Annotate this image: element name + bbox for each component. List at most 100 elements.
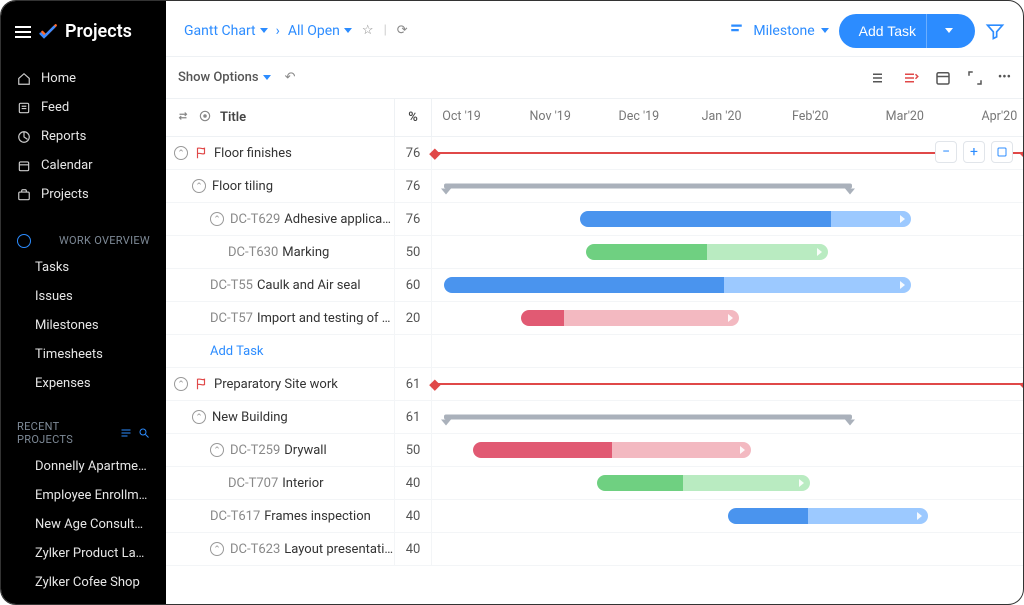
gantt-body: − + Floor finishes76Floor tiling76DC-T62…	[166, 137, 1023, 604]
expand-collapse-all-icon[interactable]	[176, 109, 190, 127]
task-arrow-icon	[917, 512, 922, 520]
timeline-header[interactable]: Oct '19Nov '19Dec '19Jan '20Feb'20Mar'20…	[432, 99, 1023, 136]
breadcrumb-gantt-chart[interactable]: Gantt Chart	[184, 23, 268, 39]
task-cell[interactable]: New Building	[166, 401, 394, 433]
task-cell[interactable]: Preparatory Site work	[166, 368, 394, 400]
collapse-icon[interactable]	[174, 146, 188, 160]
nav-item-projects[interactable]: Projects	[1, 180, 166, 209]
task-cell[interactable]: DC-T623Layout presentation	[166, 533, 394, 565]
task-cell[interactable]: Add Task	[166, 335, 394, 367]
task-bar[interactable]	[473, 442, 751, 458]
group-bar[interactable]	[444, 415, 852, 420]
month-label: Nov '19	[530, 109, 571, 124]
task-cell[interactable]: DC-T259Drywall	[166, 434, 394, 466]
timeline-cell[interactable]	[432, 335, 1023, 367]
chevron-down-icon	[945, 28, 953, 33]
view-option-2-icon[interactable]	[902, 69, 920, 87]
zoom-fit-button[interactable]	[991, 141, 1013, 163]
milestone-bar[interactable]	[432, 383, 1023, 385]
timeline-cell[interactable]	[432, 368, 1023, 400]
collapse-icon[interactable]	[210, 443, 224, 457]
add-task-row[interactable]: Add Task	[166, 335, 1023, 368]
nav-item-feed[interactable]: Feed	[1, 93, 166, 122]
filter-icon[interactable]	[985, 21, 1005, 41]
recent-project-item[interactable]: Employee Enrollment	[1, 481, 166, 510]
nav-item-calendar[interactable]: Calendar	[1, 151, 166, 180]
percent-header[interactable]: %	[394, 99, 432, 136]
collapse-icon[interactable]	[192, 410, 206, 424]
add-task-button[interactable]: Add Task	[839, 14, 975, 48]
work-item-timesheets[interactable]: Timesheets	[1, 340, 166, 369]
gantt-row: DC-T629Adhesive application76	[166, 203, 1023, 236]
percent-cell: 20	[394, 302, 432, 334]
settings-icon[interactable]	[120, 427, 132, 439]
target-icon[interactable]	[198, 109, 212, 127]
timeline-cell[interactable]	[432, 203, 1023, 235]
collapse-icon[interactable]	[174, 377, 188, 391]
work-item-issues[interactable]: Issues	[1, 282, 166, 311]
task-cell[interactable]: Floor finishes	[166, 137, 394, 169]
refresh-icon[interactable]: ⟳	[397, 23, 408, 38]
task-cell[interactable]: DC-T629Adhesive application	[166, 203, 394, 235]
undo-icon[interactable]: ↶	[285, 70, 296, 85]
month-label: Apr'20	[981, 109, 1017, 124]
gantt-row: Floor finishes76	[166, 137, 1023, 170]
nav-item-reports[interactable]: Reports	[1, 122, 166, 151]
work-item-milestones[interactable]: Milestones	[1, 311, 166, 340]
more-icon[interactable]: •••	[998, 69, 1011, 87]
timeline-cell[interactable]	[432, 236, 1023, 268]
task-bar[interactable]	[580, 211, 911, 227]
recent-projects-heading[interactable]: RECENT PROJECTS	[1, 408, 166, 452]
collapse-icon[interactable]	[210, 542, 224, 556]
work-item-tasks[interactable]: Tasks	[1, 253, 166, 282]
task-bar[interactable]	[444, 277, 911, 293]
collapse-icon[interactable]	[192, 179, 206, 193]
work-overview-heading[interactable]: WORK OVERVIEW	[1, 221, 166, 253]
work-item-expenses[interactable]: Expenses	[1, 369, 166, 398]
task-bar[interactable]	[521, 310, 740, 326]
timeline-cell[interactable]	[432, 170, 1023, 202]
view-option-1-icon[interactable]	[870, 69, 888, 87]
star-icon[interactable]: ☆	[362, 23, 374, 38]
task-title: Floor tiling	[212, 179, 273, 194]
timeline-cell[interactable]	[432, 269, 1023, 301]
timeline-cell[interactable]	[432, 401, 1023, 433]
recent-project-item[interactable]: Donnelly Apartments	[1, 452, 166, 481]
task-title-header[interactable]: Title	[166, 99, 394, 136]
timeline-cell[interactable]	[432, 500, 1023, 532]
menu-toggle[interactable]	[15, 26, 31, 38]
task-bar[interactable]	[597, 475, 810, 491]
milestone-dropdown[interactable]: Milestone	[729, 20, 828, 42]
timeline-cell[interactable]	[432, 533, 1023, 565]
timeline-cell[interactable]	[432, 434, 1023, 466]
task-bar[interactable]	[586, 244, 828, 260]
task-cell[interactable]: DC-T57Import and testing of woo..	[166, 302, 394, 334]
search-icon[interactable]	[138, 427, 150, 439]
timeline-cell[interactable]	[432, 302, 1023, 334]
recent-project-item[interactable]: Zylker Cofee Shop	[1, 568, 166, 597]
percent-cell: 61	[394, 368, 432, 400]
task-cell[interactable]: DC-T55Caulk and Air seal	[166, 269, 394, 301]
nav-item-home[interactable]: Home	[1, 64, 166, 93]
collapse-icon[interactable]	[210, 212, 224, 226]
task-title: Drywall	[284, 443, 326, 458]
task-cell[interactable]: DC-T707Interior	[166, 467, 394, 499]
chevron-right-icon: ›	[276, 23, 280, 39]
fullscreen-icon[interactable]	[966, 69, 984, 87]
zoom-in-button[interactable]: +	[963, 141, 985, 163]
task-cell[interactable]: Floor tiling	[166, 170, 394, 202]
task-cell[interactable]: DC-T617Frames inspection	[166, 500, 394, 532]
task-progress-fill	[597, 475, 682, 491]
calendar-view-icon[interactable]	[934, 69, 952, 87]
task-progress-fill	[580, 211, 832, 227]
recent-project-item[interactable]: Zylker Product Launch	[1, 539, 166, 568]
zoom-out-button[interactable]: −	[935, 141, 957, 163]
add-task-dropdown[interactable]	[937, 28, 961, 33]
recent-project-item[interactable]: New Age Consultancy	[1, 510, 166, 539]
task-cell[interactable]: DC-T630Marking	[166, 236, 394, 268]
group-bar[interactable]	[444, 184, 852, 189]
breadcrumb-all-open[interactable]: All Open	[288, 23, 352, 39]
show-options-dropdown[interactable]: Show Options	[178, 70, 271, 85]
task-bar[interactable]	[728, 508, 929, 524]
timeline-cell[interactable]	[432, 467, 1023, 499]
